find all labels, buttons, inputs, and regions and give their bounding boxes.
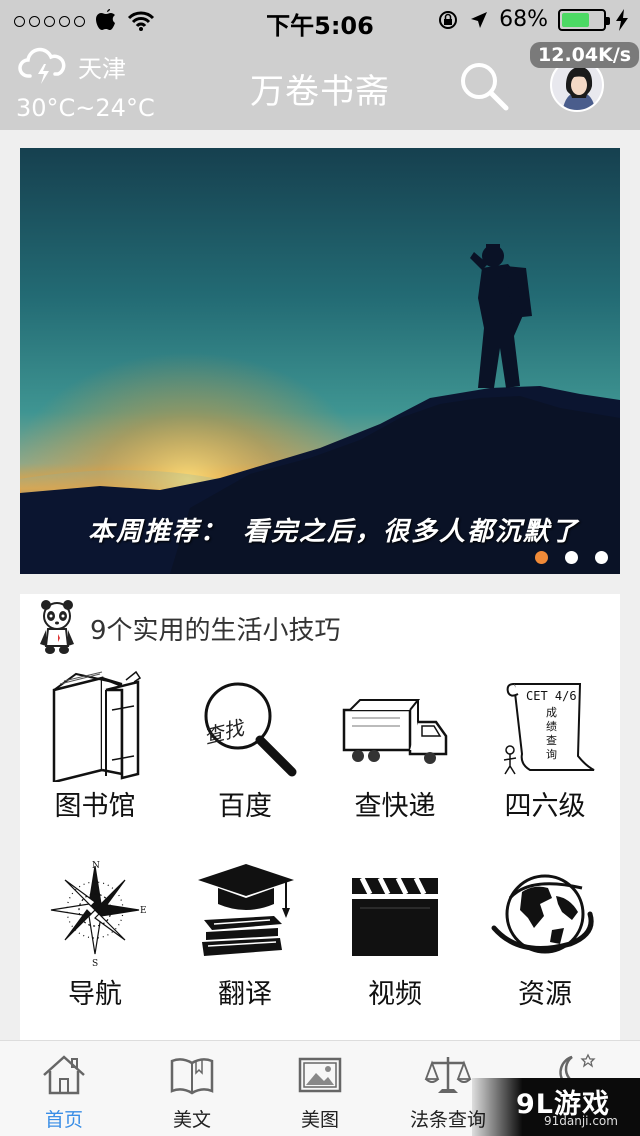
picture-icon [298,1057,342,1093]
tool-translate[interactable]: 翻译 [170,858,320,1011]
status-right: 68% [437,7,628,32]
status-bar: 下午5:06 68% [0,0,640,40]
cet-scroll-icon: CET 4/6 成 绩 查 询 [503,683,595,775]
magnifier-icon: 查找 [201,682,297,777]
cet-line: 询 [546,748,557,761]
tab-pictures[interactable]: 美图 [270,1051,370,1132]
battery-icon [558,8,610,31]
watermark-badge: 9L游戏 91danji.com [472,1078,640,1136]
tool-label: 导航 [68,979,122,1010]
location-arrow-icon [471,11,488,28]
page-title: 万卷书斋 [250,72,390,112]
app-header: 天津 30°C~24°C 万卷书斋 12.04K/s [0,40,640,130]
tool-label: 视频 [368,979,422,1010]
scales-icon [424,1057,472,1093]
compass-icon: N S E [50,861,147,969]
carousel-dot-3[interactable] [595,551,608,564]
clapperboard-icon [352,876,438,956]
tool-library[interactable]: 图书馆 [20,670,170,823]
tool-navigation[interactable]: N S E 导航 [20,858,170,1011]
books-icon [52,670,142,782]
watermark-url: 91danji.com [544,1114,618,1128]
carousel-dot-1[interactable] [535,551,548,564]
tool-video[interactable]: 视频 [320,858,470,1011]
tab-home[interactable]: 首页 [14,1051,114,1132]
search-button[interactable] [458,60,510,112]
tool-label: 四六级 [504,791,586,822]
tool-label: 翻译 [218,979,272,1010]
battery-percent: 68% [499,7,548,32]
tab-label: 美图 [300,1109,339,1131]
charging-bolt-icon [616,8,628,31]
rotation-lock-icon [439,10,458,29]
graduation-cap-icon [198,864,294,956]
cet-line: 成 [546,706,557,719]
cet-line: 查 [546,733,557,747]
tips-card: 9个实用的生活小技巧 图书馆 查找 百度 查快递 CET 4/6 成 绩 查 询… [20,594,620,1040]
tab-articles[interactable]: 美文 [142,1051,242,1132]
net-speed-badge: 12.04K/s [530,42,640,68]
banner-caption: 本周推荐： 看完之后，很多人都沉默了 [88,517,580,547]
book-icon [170,1058,214,1095]
svg-text:E: E [140,906,147,916]
tool-resources[interactable]: 资源 [470,858,620,1011]
tool-label: 资源 [518,979,572,1010]
tab-label: 美文 [172,1109,211,1131]
carousel-dot-2[interactable] [565,551,578,564]
truck-icon [342,699,448,764]
tool-label: 查快递 [354,791,436,822]
panda-icon [40,600,74,654]
tool-label: 图书馆 [54,791,136,822]
tips-title: 9个实用的生活小技巧 [90,615,341,646]
svg-text:S: S [92,959,98,969]
tool-express[interactable]: 查快递 [320,670,470,823]
tips-header[interactable]: 9个实用的生活小技巧 [38,600,341,656]
cet-line: 绩 [546,720,557,733]
carousel-dots[interactable] [535,551,608,564]
globe-icon [491,874,594,954]
tool-baidu[interactable]: 查找 百度 [170,670,320,823]
cet-title: CET 4/6 [526,689,577,703]
tool-cet[interactable]: CET 4/6 成 绩 查 询 四六级 [470,670,620,823]
tool-label: 百度 [218,791,272,822]
tab-label: 首页 [44,1109,83,1131]
svg-text:N: N [92,861,100,871]
banner-carousel[interactable]: 本周推荐： 看完之后，很多人都沉默了 [20,148,620,574]
battery-fill [562,12,590,27]
home-icon [43,1055,85,1095]
